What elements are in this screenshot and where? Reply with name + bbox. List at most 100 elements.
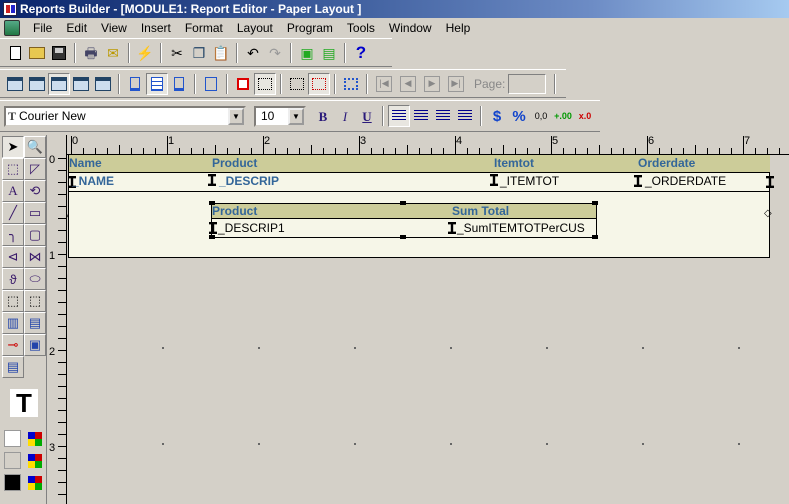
selection-handle[interactable] [592,201,598,205]
report-frame[interactable]: Name Product Itemtot Orderdate _NAME _DE… [66,155,774,258]
header-section-button[interactable] [124,73,146,95]
main-section-button[interactable] [146,72,168,95]
field-itemtot[interactable]: _ITEMTOT [500,174,559,188]
paper-design-button[interactable] [70,73,92,95]
paste-button[interactable]: 📋 [210,42,232,64]
line-tool[interactable]: ╱ [2,202,24,224]
field-descrip1[interactable]: _DESCRIP1 [218,221,285,235]
field-descrip[interactable]: _DESCRIP [219,174,279,188]
text-color-icon[interactable] [28,476,42,490]
rectangle-tool[interactable]: ▭ [24,202,46,224]
flex-button[interactable] [254,72,276,95]
data-model-button[interactable] [4,73,26,95]
align-right-button[interactable] [432,105,454,127]
selection-handle[interactable] [209,235,215,239]
report-block-tool[interactable]: ▤ [2,356,24,378]
run-web-layout-button[interactable]: ▤ [318,42,340,64]
field-tool[interactable]: ▤ [24,312,46,334]
summary-header-product[interactable]: Product [212,204,257,218]
polyline-tool[interactable]: ⋈ [24,246,46,268]
frame-tool[interactable]: ⬚ [2,290,24,312]
select-parent-frame-button[interactable] [286,73,308,95]
redo-button[interactable]: ↷ [264,42,286,64]
menu-program[interactable]: Program [280,18,340,38]
header-itemtot[interactable]: Itemtot [494,156,534,170]
first-page-button[interactable]: |◀ [376,75,392,92]
line-color-icon[interactable] [28,454,42,468]
save-button[interactable] [48,42,70,64]
summary-frame[interactable]: Product Sum Total _DESCRIP1 _SumITEMTOTP… [209,201,598,239]
summary-header-sum-total[interactable]: Sum Total [452,204,509,218]
rounded-rectangle-tool[interactable]: ▢ [24,224,46,246]
font-name-combo[interactable]: T Courier New ▼ [4,105,246,127]
parameter-form-button[interactable] [92,73,114,95]
previous-page-button[interactable]: ◀ [400,75,416,92]
last-page-button[interactable]: ▶| [448,75,464,92]
font-size-dropdown-arrow[interactable]: ▼ [288,107,304,125]
chart-tool[interactable]: ▥ [2,312,24,334]
edit-margin-button[interactable] [200,73,222,95]
polygon-tool[interactable]: ⊲ [2,246,24,268]
align-left-button[interactable] [388,105,410,127]
mail-button[interactable]: ✉ [102,42,124,64]
document-system-menu-icon[interactable] [4,20,20,36]
next-page-button[interactable]: ▶ [424,75,440,92]
font-size-combo[interactable]: 10 ▼ [254,105,306,127]
remove-decimal-button[interactable]: x.0 [574,105,596,127]
underline-button[interactable]: U [356,105,378,127]
page-number-input[interactable] [508,73,547,94]
arc-tool[interactable]: ╮ [2,224,24,246]
text-color-swatch[interactable] [4,474,21,491]
ole-tool[interactable]: ▣ [24,334,46,356]
currency-button[interactable]: $ [486,105,508,127]
field-name[interactable]: _NAME [72,174,114,188]
selection-handle[interactable] [592,235,598,239]
font-dropdown-arrow[interactable]: ▼ [228,107,244,125]
text-tool[interactable]: A [2,180,24,202]
percent-button[interactable]: % [508,105,530,127]
freehand-tool[interactable]: ϑ [2,268,24,290]
fill-color-icon[interactable] [28,432,42,446]
menu-window[interactable]: Window [382,18,439,38]
menu-file[interactable]: File [26,18,59,38]
selection-handle[interactable] [209,201,215,205]
layout-canvas[interactable]: Name Product Itemtot Orderdate _NAME _DE… [66,155,789,504]
rotate-tool[interactable]: ⟲ [24,180,46,202]
selection-handle[interactable] [400,201,406,205]
align-center-button[interactable] [410,105,432,127]
web-source-button[interactable] [26,73,48,95]
ellipse-tool[interactable]: ⬭ [24,268,46,290]
print-button[interactable]: 🖶 [80,42,102,64]
field-orderdate[interactable]: _ORDERDATE [645,174,726,188]
selection-handle[interactable] [400,235,406,239]
menu-help[interactable]: Help [439,18,478,38]
header-orderdate[interactable]: Orderdate [638,156,695,170]
italic-button[interactable]: I [334,105,356,127]
cut-button[interactable]: ✂ [166,42,188,64]
add-decimal-button[interactable]: +.00 [552,105,574,127]
help-button[interactable]: ? [350,42,372,64]
connect-button[interactable]: ⚡ [134,42,156,64]
header-name[interactable]: Name [69,156,102,170]
group-frame-button[interactable] [340,73,362,95]
run-paper-report-button[interactable]: ▣ [296,42,318,64]
line-color-swatch[interactable] [4,452,21,469]
menu-format[interactable]: Format [178,18,230,38]
flex-mode-button[interactable] [308,72,330,95]
align-justify-button[interactable] [454,105,476,127]
undo-button[interactable]: ↶ [242,42,264,64]
magnify-tool[interactable]: 🔍 [24,136,46,158]
copy-button[interactable]: ❐ [188,42,210,64]
menu-view[interactable]: View [94,18,134,38]
confine-button[interactable] [232,73,254,95]
fill-color-swatch[interactable] [4,430,21,447]
frame-select-tool[interactable]: ⬚ [2,158,24,180]
menu-edit[interactable]: Edit [59,18,94,38]
header-product[interactable]: Product [212,156,257,170]
commas-button[interactable]: 0,0 [530,105,552,127]
paper-layout-button[interactable] [48,72,70,95]
repeating-frame-tool[interactable]: ⬚ [24,290,46,312]
trailer-section-button[interactable] [168,73,190,95]
new-button[interactable] [4,42,26,64]
bold-button[interactable]: B [312,105,334,127]
